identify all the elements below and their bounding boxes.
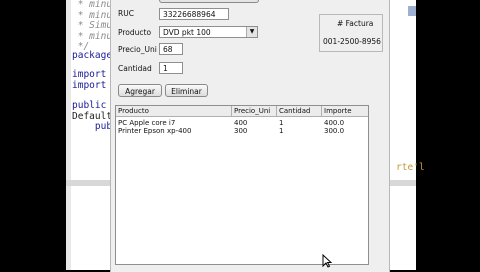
ruc-field[interactable]: 33226688964 [159, 8, 229, 20]
column-header-cantidad[interactable]: Cantidad [277, 106, 322, 117]
table-row[interactable]: PC Apple core i7 400 1 400.0 [116, 119, 368, 127]
eliminar-button[interactable]: Eliminar [165, 84, 208, 97]
column-header-producto[interactable]: Producto [116, 106, 232, 117]
factura-label: # Factura [337, 19, 374, 28]
precio-field[interactable]: 68 [159, 43, 183, 55]
code-line: public [72, 100, 107, 111]
editor-scroll-marker [408, 6, 416, 16]
table-cell: 400 [234, 119, 248, 127]
code-line: * minu [72, 0, 113, 10]
code-line: * Simu [72, 20, 113, 31]
table-cell: Printer Epson xp-400 [118, 127, 192, 135]
precio-label: Precio_Uni [118, 45, 157, 54]
table-cell: 300.0 [324, 127, 345, 135]
agregar-button[interactable]: Agregar [118, 84, 162, 97]
table-cell: 1 [279, 127, 284, 135]
table-cell: PC Apple core i7 [118, 119, 176, 127]
code-line: pub [72, 121, 113, 132]
mouse-pointer-icon [322, 254, 332, 268]
cantidad-field[interactable]: 1 [159, 62, 183, 74]
code-line: import [72, 69, 107, 80]
table-cell: 300 [234, 127, 248, 135]
producto-selected-value: DVD pkt 100 [163, 28, 211, 37]
factura-number: 001-2500-8956 [323, 37, 381, 46]
factura-panel: # Factura 001-2500-8956 [319, 14, 383, 52]
cantidad-label: Cantidad [118, 64, 152, 73]
table-cell: 400.0 [324, 119, 345, 127]
column-header-precio[interactable]: Precio_Uni [232, 106, 277, 117]
items-table[interactable]: Producto Precio_Uni Cantidad Importe PC … [115, 105, 369, 265]
chevron-down-icon[interactable]: ▼ [246, 27, 257, 37]
producto-label: Producto [118, 28, 152, 37]
code-line: import [72, 80, 107, 91]
producto-select[interactable]: DVD pkt 100 ▼ [159, 26, 258, 38]
table-row[interactable]: Printer Epson xp-400 300 1 300.0 [116, 127, 368, 135]
ruc-label: RUC [118, 9, 134, 18]
table-cell: 1 [279, 119, 284, 127]
factura-dialog: RUC 33226688964 Producto DVD pkt 100 ▼ P… [110, 0, 390, 272]
code-line: package [72, 50, 113, 61]
column-header-importe[interactable]: Importe [322, 106, 368, 117]
dialog-top-control [159, 0, 259, 3]
code-fragment: rte'l [396, 162, 425, 173]
editor-gutter [66, 0, 71, 270]
